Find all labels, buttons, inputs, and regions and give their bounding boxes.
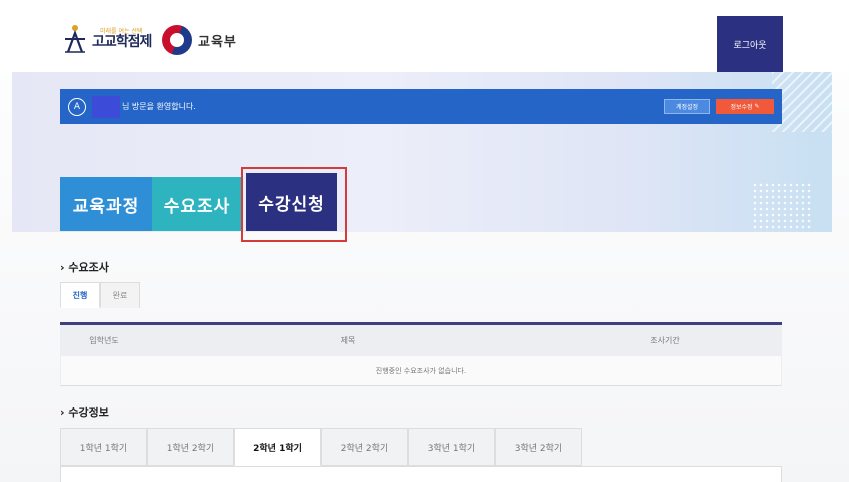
col-survey-period: 조사기간 <box>650 336 680 345</box>
tab-grade2-term2[interactable]: 2학년 2학기 <box>321 428 408 466</box>
term-tabs: 1학년 1학기 1학년 2학기 2학년 1학기 2학년 2학기 3학년 1학기 … <box>60 428 582 466</box>
edit-info-button[interactable]: 정보수정 ✎ <box>716 99 774 114</box>
tab-grade1-term2[interactable]: 1학년 2학기 <box>147 428 234 466</box>
tab-curriculum[interactable]: 교육과정 <box>60 177 152 231</box>
site-header: 미래를 여는 선택 고교학점제 교육부 로그아웃 <box>0 0 849 72</box>
ministry-logo[interactable]: 교육부 <box>162 25 237 55</box>
tab-in-progress[interactable]: 진행 <box>60 282 100 308</box>
course-info-panel <box>60 466 782 482</box>
col-admission-year: 입학년도 <box>89 336 119 345</box>
tab-grade3-term2[interactable]: 3학년 2학기 <box>495 428 582 466</box>
account-settings-label: 계정설정 <box>675 104 699 111</box>
welcome-message: 님 방문을 환영합니다. <box>122 102 196 111</box>
user-icon: A <box>68 97 86 116</box>
tab-grade2-term1[interactable]: 2학년 1학기 <box>234 428 321 466</box>
survey-table-header: 입학년도 제목 조사기간 <box>60 322 782 356</box>
welcome-bar: A 님 방문을 환영합니다. 계정설정 정보수정 ✎ <box>60 89 782 124</box>
tab-demand-survey[interactable]: 수요조사 <box>152 177 242 231</box>
survey-empty-row: 진행중인 수요조사가 없습니다. <box>60 356 782 386</box>
tab-completed[interactable]: 완료 <box>100 282 140 308</box>
edit-info-label: 정보수정 <box>730 104 753 111</box>
course-info-section-title: › 수강정보 <box>60 406 109 419</box>
taegeuk-icon <box>162 25 192 55</box>
tab-grade3-term1[interactable]: 3학년 1학기 <box>408 428 495 466</box>
col-title: 제목 <box>340 336 356 345</box>
survey-section-title: › 수요조사 <box>60 261 109 274</box>
survey-status-tabs: 진행 완료 <box>60 282 140 308</box>
school-credit-logo[interactable]: 미래를 여는 선택 고교학점제 <box>62 24 152 54</box>
pencil-icon: ✎ <box>754 103 760 110</box>
highlight-box <box>241 167 347 242</box>
school-emblem-icon <box>65 25 85 53</box>
survey-table: 입학년도 제목 조사기간 진행중인 수요조사가 없습니다. <box>60 322 782 386</box>
account-settings-button[interactable]: 계정설정 <box>664 99 710 114</box>
username-redacted <box>92 95 120 118</box>
logout-button[interactable]: 로그아웃 <box>717 16 783 72</box>
tab-grade1-term1[interactable]: 1학년 1학기 <box>60 428 147 466</box>
banner-dot-decoration <box>752 182 812 232</box>
logo-title: 고교학점제 <box>92 34 152 50</box>
ministry-label: 교육부 <box>198 34 237 50</box>
